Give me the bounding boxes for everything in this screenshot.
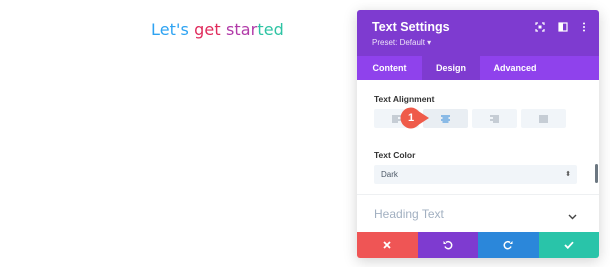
panel-title: Text Settings xyxy=(372,20,450,34)
page-headline: Let's get started xyxy=(151,20,284,39)
section-divider xyxy=(357,194,599,195)
sidebar-icon[interactable] xyxy=(557,21,569,33)
check-icon xyxy=(564,241,574,249)
headline-word-1: Let's xyxy=(151,20,189,39)
align-justify-icon xyxy=(539,115,548,122)
panel-header: Text Settings Preset: Default ▾ xyxy=(357,10,599,56)
tab-design[interactable]: Design xyxy=(422,56,480,80)
undo-button[interactable] xyxy=(417,232,478,258)
step-marker-number: 1 xyxy=(407,112,415,124)
headline-word-3a: star xyxy=(225,20,258,39)
text-color-select[interactable]: Dark ⬍ xyxy=(374,165,577,184)
cancel-button[interactable] xyxy=(357,232,418,258)
tab-bar: Content Design Advanced xyxy=(357,56,599,80)
heading-text-section-toggle[interactable]: Heading Text xyxy=(374,207,444,221)
text-alignment-label: Text Alignment xyxy=(374,94,435,104)
headline-word-2: get xyxy=(194,20,221,39)
select-arrows-icon: ⬍ xyxy=(565,171,571,178)
text-color-value: Dark xyxy=(381,170,398,179)
text-settings-panel: Text Settings Preset: Default ▾ Content … xyxy=(357,10,599,258)
save-button[interactable] xyxy=(538,232,599,258)
panel-body: Text Alignment Text Color Dark ⬍ Heading… xyxy=(357,80,599,232)
expand-icon[interactable] xyxy=(534,21,546,33)
step-marker: 1 xyxy=(400,107,429,129)
scrollbar[interactable] xyxy=(595,164,598,183)
preset-selector[interactable]: Preset: Default ▾ xyxy=(372,38,431,47)
align-justify-button[interactable] xyxy=(521,109,566,128)
tab-content[interactable]: Content xyxy=(357,56,422,80)
more-icon[interactable] xyxy=(578,21,590,33)
panel-footer xyxy=(357,232,599,258)
chevron-down-icon[interactable] xyxy=(568,207,577,225)
undo-icon xyxy=(443,240,453,250)
cancel-icon xyxy=(383,241,391,249)
redo-button[interactable] xyxy=(478,232,539,258)
text-color-label: Text Color xyxy=(374,150,416,160)
align-center-icon xyxy=(441,115,450,122)
redo-icon xyxy=(503,240,513,250)
align-right-icon xyxy=(490,115,499,122)
align-right-button[interactable] xyxy=(472,109,517,128)
headline-word-3b: ted xyxy=(257,20,284,39)
tab-advanced[interactable]: Advanced xyxy=(480,56,550,80)
